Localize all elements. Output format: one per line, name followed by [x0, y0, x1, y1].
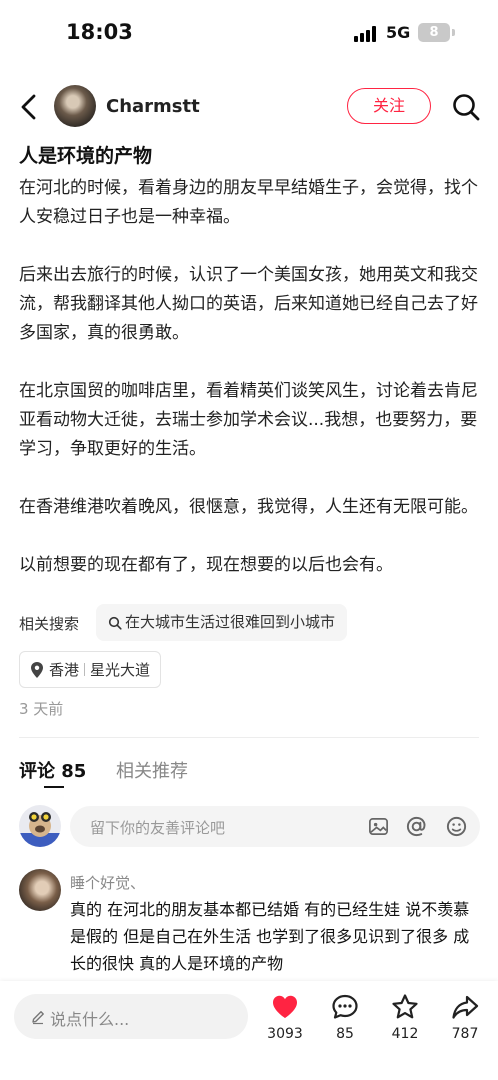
bottom-action-bar: 说点什么... 3093 85 412 787 — [0, 981, 498, 1080]
heart-icon — [273, 995, 297, 1018]
divider — [19, 737, 479, 738]
back-arrow-icon[interactable] — [16, 92, 42, 122]
follow-button[interactable]: 关注 — [347, 88, 431, 124]
post-paragraph: 后来出去旅行的时候，认识了一个美国女孩，她用英文和我交流，帮我翻译其他人拗口的英… — [19, 265, 478, 343]
signal-icon — [354, 26, 376, 42]
post-paragraph: 以前想要的现在都有了，现在想要的以后也会有。 — [19, 555, 393, 575]
pencil-icon — [32, 1011, 44, 1025]
comment-button[interactable]: 85 — [320, 993, 370, 1042]
author-avatar[interactable] — [54, 85, 96, 127]
status-time: 18:03 — [66, 20, 133, 44]
emoji-icon[interactable] — [445, 815, 468, 838]
comment-text: 真的 在河北的朋友基本都已结婚 有的已经生娃 说不羡慕是假的 但是自己在外生活 … — [70, 900, 470, 973]
post-date: 3 天前 — [19, 700, 64, 718]
battery-tip — [452, 29, 455, 36]
dog-avatar-icon — [19, 812, 61, 847]
my-avatar — [19, 805, 61, 847]
location-place: 星光大道 — [90, 661, 151, 679]
mention-icon[interactable] — [405, 815, 428, 838]
share-count: 787 — [451, 1026, 479, 1042]
share-button[interactable]: 787 — [440, 993, 490, 1042]
tab-comments[interactable]: 评论 85 — [19, 757, 86, 783]
post-paragraph: 在北京国贸的咖啡店里，看着精英们谈笑风生，讨论着去肯尼亚看动物大迁徙，去瑞士参加… — [19, 381, 478, 459]
tab-active-indicator — [44, 786, 64, 788]
location-pin-icon — [31, 661, 43, 678]
comment-count: 85 — [336, 1026, 354, 1042]
post-body: 在河北的时候，看着身边的朋友早早结婚生子，会觉得，找个人安稳过日子也是一种幸福。… — [19, 174, 487, 609]
star-icon — [392, 994, 418, 1019]
network-type: 5G — [386, 23, 411, 42]
location-separator — [84, 663, 86, 676]
battery-icon: 8 — [418, 23, 450, 42]
search-icon[interactable] — [451, 92, 481, 122]
image-icon[interactable] — [367, 815, 390, 838]
post-title: 人是环境的产物 — [19, 145, 153, 167]
collect-count: 412 — [391, 1026, 419, 1042]
status-bar: 18:03 5G 8 — [0, 0, 498, 70]
like-count: 3093 — [267, 1026, 303, 1042]
post-header: Charmstt 关注 — [0, 78, 498, 136]
say-something-input[interactable]: 说点什么... — [14, 994, 248, 1039]
post-paragraph: 在河北的时候，看着身边的朋友早早结婚生子，会觉得，找个人安稳过日子也是一种幸福。 — [19, 178, 478, 227]
comment-bubble-icon — [332, 994, 358, 1019]
comment-input[interactable]: 留下你的友善评论吧 — [70, 806, 480, 847]
post-paragraph: 在香港维港吹着晚风，很惬意，我觉得，人生还有无限可能。 — [19, 497, 478, 517]
comment-input-placeholder: 留下你的友善评论吧 — [90, 819, 226, 837]
search-icon — [108, 616, 122, 630]
share-arrow-icon — [452, 995, 479, 1019]
like-button[interactable]: 3093 — [260, 993, 310, 1042]
say-something-placeholder: 说点什么... — [50, 1010, 130, 1029]
commenter-name[interactable]: 睡个好觉、 — [70, 872, 145, 893]
tab-related-recommendations[interactable]: 相关推荐 — [116, 757, 188, 783]
related-search-chip[interactable]: 在大城市生活过很难回到小城市 — [96, 604, 348, 641]
related-search-label: 相关搜索 — [19, 615, 80, 633]
author-name[interactable]: Charmstt — [106, 96, 200, 117]
collect-button[interactable]: 412 — [380, 993, 430, 1042]
location-city: 香港 — [49, 661, 80, 679]
related-search-query: 在大城市生活过很难回到小城市 — [125, 613, 336, 631]
location-chip[interactable]: 香港 星光大道 — [19, 651, 162, 688]
commenter-avatar[interactable] — [19, 869, 61, 911]
